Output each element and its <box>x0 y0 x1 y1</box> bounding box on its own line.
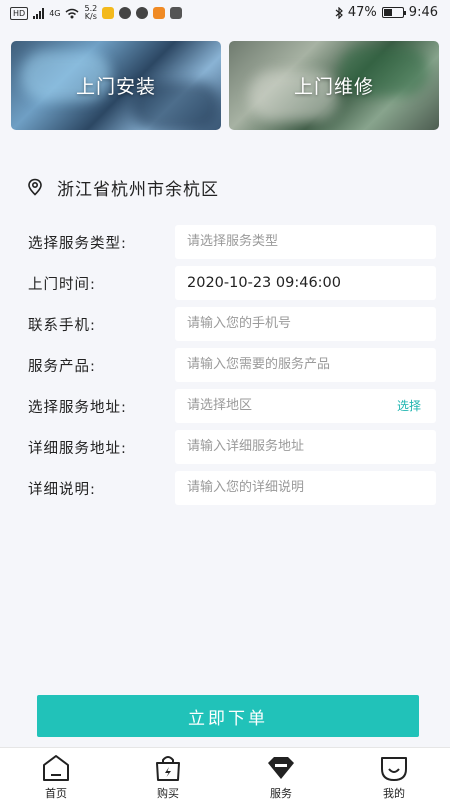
address-row: 选择服务地址: 请选择地区 选择 <box>0 389 450 423</box>
status-left: HD 4G 5.2 K/s <box>10 5 183 21</box>
store-app-icon <box>153 7 166 19</box>
wifi-icon <box>66 8 79 18</box>
visit-time-row: 上门时间: 2020-10-23 09:46:00 <box>0 266 450 300</box>
repair-banner-label: 上门维修 <box>293 76 374 98</box>
address-placeholder: 请选择地区 <box>187 398 253 413</box>
current-location[interactable]: 浙江省杭州市余杭区 <box>27 175 219 200</box>
address-detail-row: 详细服务地址: 请输入详细服务地址 <box>0 430 450 464</box>
location-pin-icon <box>28 178 42 196</box>
tab-service[interactable]: 服务 <box>225 748 337 800</box>
tab-home[interactable]: 首页 <box>0 748 112 800</box>
mail-app-icon <box>102 7 115 19</box>
tab-mine[interactable]: 我的 <box>338 748 450 800</box>
tab-mine-label: 我的 <box>383 787 405 800</box>
address-select[interactable]: 请选择地区 选择 <box>175 389 436 423</box>
visit-time-label: 上门时间: <box>28 277 96 293</box>
description-input[interactable]: 请输入您的详细说明 <box>175 471 436 505</box>
clock: 9:46 <box>408 5 438 20</box>
phone-row: 联系手机: 请输入您的手机号 <box>0 307 450 341</box>
service-type-row: 选择服务类型: 请选择服务类型 <box>0 225 450 259</box>
tab-buy[interactable]: 购买 <box>112 748 224 800</box>
smile-icon <box>381 757 407 781</box>
address-label: 选择服务地址: <box>28 400 127 416</box>
phone-input[interactable]: 请输入您的手机号 <box>175 307 436 341</box>
address-detail-label: 详细服务地址: <box>28 441 127 457</box>
visit-time-picker[interactable]: 2020-10-23 09:46:00 <box>175 266 436 300</box>
home-icon <box>43 755 69 781</box>
status-right: 47% 9:46 <box>335 5 438 20</box>
address-choose-button[interactable]: 选择 <box>397 389 421 423</box>
product-input[interactable]: 请输入您需要的服务产品 <box>175 348 436 382</box>
battery-percent: 47% <box>347 5 377 20</box>
address-detail-input[interactable]: 请输入详细服务地址 <box>175 430 436 464</box>
description-row: 详细说明: 请输入您的详细说明 <box>0 471 450 505</box>
product-label: 服务产品: <box>28 359 96 375</box>
tab-home-label: 首页 <box>45 787 67 800</box>
network-speed: 5.2 K/s <box>84 5 97 21</box>
status-bar: HD 4G 5.2 K/s 47% 9:46 <box>0 0 450 26</box>
speed-unit: K/s <box>84 12 97 21</box>
product-row: 服务产品: 请输入您需要的服务产品 <box>0 348 450 382</box>
service-banners: 上门安装 上门维修 <box>11 41 439 130</box>
network-type: 4G <box>49 8 61 18</box>
phone-label: 联系手机: <box>28 318 96 334</box>
tab-buy-label: 购买 <box>157 787 179 800</box>
upload-app-icon <box>170 7 183 19</box>
bottom-tab-bar: 首页 购买 服务 我的 <box>0 747 450 800</box>
install-banner[interactable]: 上门安装 <box>11 41 221 130</box>
tab-service-label: 服务 <box>270 787 292 800</box>
signal-icon <box>33 7 45 19</box>
service-type-label: 选择服务类型: <box>28 236 127 252</box>
shopping-bag-icon <box>156 756 180 781</box>
diamond-icon <box>268 757 294 779</box>
service-type-select[interactable]: 请选择服务类型 <box>175 225 436 259</box>
chat-app-icon <box>119 7 132 19</box>
order-now-button[interactable]: 立即下单 <box>37 695 419 737</box>
repair-banner[interactable]: 上门维修 <box>229 41 439 130</box>
bluetooth-icon <box>335 6 343 19</box>
description-label: 详细说明: <box>28 482 96 498</box>
battery-icon <box>381 7 406 18</box>
hd-badge: HD <box>10 6 29 20</box>
message-app-icon <box>136 7 149 19</box>
install-banner-label: 上门安装 <box>75 76 156 98</box>
location-text: 浙江省杭州市余杭区 <box>57 179 219 200</box>
